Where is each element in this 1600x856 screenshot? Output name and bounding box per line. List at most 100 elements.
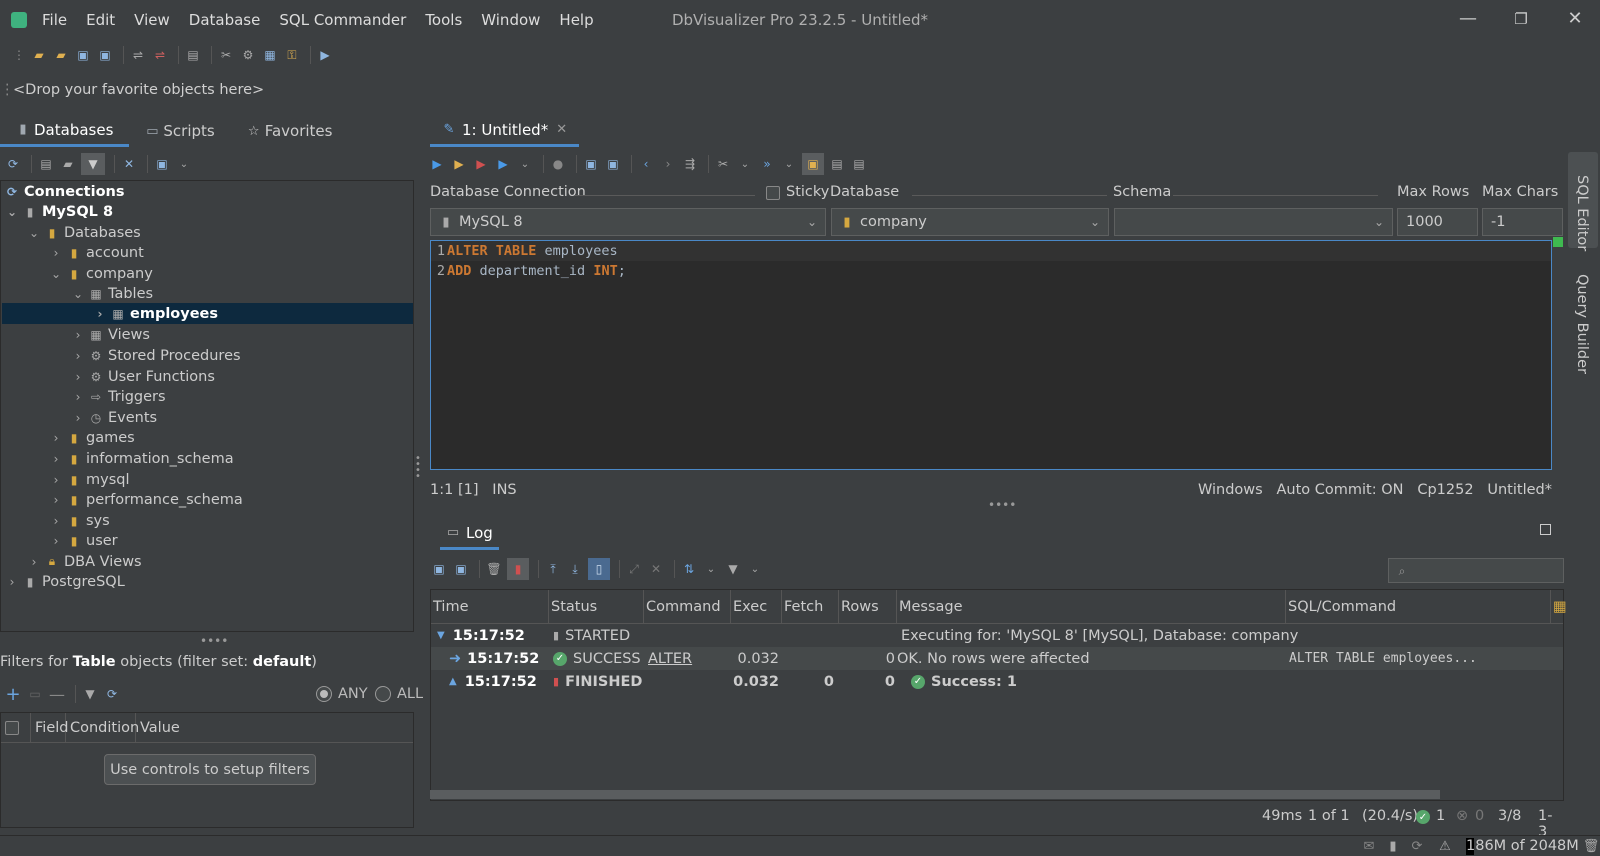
menu-window[interactable]: Window xyxy=(481,11,540,29)
chevron-right-icon[interactable]: › xyxy=(71,390,85,404)
scroll-top-icon[interactable]: ⤒ xyxy=(544,560,562,578)
menu-view[interactable]: View xyxy=(134,11,170,29)
back-icon[interactable]: ‹ xyxy=(637,155,655,173)
chevron-down-icon[interactable]: ⌄ xyxy=(746,560,764,578)
chevron-down-icon[interactable]: ⌄ xyxy=(516,155,534,173)
scroll-bottom-icon[interactable]: ⤓ xyxy=(566,560,584,578)
side-tab-sql-editor[interactable]: SQL Editor xyxy=(1574,175,1590,251)
format-icon[interactable]: » xyxy=(758,155,776,173)
chevron-down-icon[interactable]: ⌄ xyxy=(702,560,720,578)
transaction-icon[interactable]: ▤ xyxy=(828,155,846,173)
menu-sql-commander[interactable]: SQL Commander xyxy=(279,11,406,29)
tree-node-dba-views[interactable]: › 🔒︎ DBA Views xyxy=(27,551,142,572)
key-icon[interactable]: ⚿ xyxy=(283,46,301,64)
chevron-right-icon[interactable]: › xyxy=(71,370,85,384)
execute-explain-icon[interactable]: ▶ xyxy=(494,155,512,173)
code-line[interactable]: 2 ADD department_id INT ; xyxy=(431,261,1551,281)
tab-untitled[interactable]: ✎ 1: Untitled* ✕ xyxy=(430,115,580,147)
tree-node-mysql-db[interactable]: › ▮ mysql xyxy=(49,469,130,490)
sticky-checkbox[interactable] xyxy=(766,186,780,200)
tree-node-performance-schema[interactable]: › ▮ performance_schema xyxy=(49,489,243,510)
remove-icon[interactable]: — xyxy=(48,685,66,704)
chevron-right-icon[interactable]: › xyxy=(49,493,63,507)
forward-icon[interactable]: › xyxy=(659,155,677,173)
col-exec[interactable]: Exec xyxy=(731,590,782,624)
tree-node-events[interactable]: › ◷ Events xyxy=(71,407,158,428)
col-message[interactable]: Message xyxy=(897,590,1286,624)
filter-icon[interactable]: ▼ xyxy=(724,560,742,578)
column-picker-icon[interactable]: ▦ xyxy=(1551,590,1567,624)
chevron-down-icon[interactable]: ⌄ xyxy=(5,205,19,219)
tab-favorites[interactable]: ☆ Favorites xyxy=(231,115,349,147)
chevron-right-icon[interactable]: › xyxy=(71,349,85,363)
chevron-right-icon[interactable]: › xyxy=(49,452,63,466)
close-tab-icon[interactable]: ✕ xyxy=(556,122,567,137)
chevron-down-icon[interactable]: ⌄ xyxy=(780,155,798,173)
database-select[interactable]: ▮ company ⌄ xyxy=(831,208,1109,236)
chevron-down-icon[interactable]: ⌄ xyxy=(175,155,193,173)
log-row-success[interactable]: ➜ 15:17:52 ✓ SUCCESS ALTER 0.032 0 OK. N… xyxy=(431,647,1563,670)
vertical-splitter-icon[interactable]: • • • • xyxy=(415,454,421,482)
chevron-right-icon[interactable]: › xyxy=(49,431,63,445)
server-status-icon[interactable]: ▮ xyxy=(1384,837,1402,855)
col-fetch[interactable]: Fetch xyxy=(782,590,839,624)
sql-commander-icon[interactable]: ▶ xyxy=(316,46,334,64)
select-all-checkbox[interactable] xyxy=(5,720,19,735)
radio-all[interactable] xyxy=(375,686,391,702)
stop-icon[interactable]: ● xyxy=(549,155,567,173)
execute-current-icon[interactable]: ▶ xyxy=(450,155,468,173)
sql-editor[interactable]: 1 ALTER TABLE employees 2 ADD department… xyxy=(430,237,1563,470)
tree-node-user-functions[interactable]: › ⚙ User Functions xyxy=(71,366,215,387)
chevron-right-icon[interactable]: › xyxy=(49,246,63,260)
tree-node-views[interactable]: › ▦ Views xyxy=(71,324,150,345)
auto-commit-icon[interactable]: ▣ xyxy=(802,153,824,175)
menu-tools[interactable]: Tools xyxy=(425,11,462,29)
chevron-right-icon[interactable]: › xyxy=(49,514,63,528)
col-time[interactable]: Time xyxy=(431,590,549,624)
clear-icon[interactable]: ▮ xyxy=(507,558,529,580)
chevron-right-icon[interactable]: › xyxy=(93,307,107,321)
history-icon[interactable]: ▤ xyxy=(850,155,868,173)
sync-icon[interactable]: ⟳ xyxy=(1408,837,1426,855)
setup-filters-button[interactable]: Use controls to setup filters xyxy=(104,754,316,785)
collapse-icon[interactable]: ✕ xyxy=(120,155,138,173)
tree-node-user[interactable]: › ▮ user xyxy=(49,530,118,551)
chevron-right-icon[interactable]: › xyxy=(49,473,63,487)
chevron-down-icon[interactable]: ⌄ xyxy=(27,226,41,240)
col-sql-command[interactable]: SQL/Command xyxy=(1286,590,1551,624)
max-chars-input[interactable]: -1 xyxy=(1482,208,1563,236)
tree-node-connections[interactable]: ⟳ Connections xyxy=(3,181,125,202)
menu-database[interactable]: Database xyxy=(189,11,261,29)
radio-any[interactable] xyxy=(316,686,332,702)
chevron-right-icon[interactable]: › xyxy=(71,411,85,425)
col-field[interactable]: Field xyxy=(31,712,68,743)
maximize-icon[interactable] xyxy=(1540,524,1551,535)
disconnect-icon[interactable]: ⇌ xyxy=(151,46,169,64)
code-line[interactable]: 1 ALTER TABLE employees xyxy=(431,241,1551,261)
chevron-right-icon[interactable]: › xyxy=(71,328,85,342)
add-icon[interactable]: + xyxy=(4,684,22,705)
chevron-down-icon[interactable]: ⌄ xyxy=(736,155,754,173)
chevron-right-icon[interactable]: › xyxy=(5,575,19,589)
splitter-handle-icon[interactable]: •••• xyxy=(988,498,1016,512)
auto-scroll-icon[interactable]: ▯ xyxy=(588,558,610,580)
restore-button[interactable]: ❐ xyxy=(1506,10,1536,28)
save-icon[interactable]: ▣ xyxy=(430,560,448,578)
log-search-input[interactable]: ⌕ xyxy=(1388,558,1564,583)
save-icon[interactable]: ▣ xyxy=(582,155,600,173)
grid-icon[interactable]: ▦ xyxy=(261,46,279,64)
explain-plan-icon[interactable]: ⇶ xyxy=(681,155,699,173)
execute-buffer-icon[interactable]: ▶ xyxy=(472,155,490,173)
tree-node-sys[interactable]: › ▮ sys xyxy=(49,510,110,531)
expand-arrow-icon[interactable]: ▲ xyxy=(449,676,457,687)
save-icon[interactable]: ▣ xyxy=(74,46,92,64)
refresh-icon[interactable]: ⟳ xyxy=(103,685,121,703)
tree-node-stored-procedures[interactable]: › ⚙ Stored Procedures xyxy=(71,345,241,366)
col-status[interactable]: Status xyxy=(549,590,644,624)
tree-node-company[interactable]: ⌄ ▮ company xyxy=(49,263,153,284)
chevron-down-icon[interactable]: ⌄ xyxy=(49,267,63,281)
tree-node-triggers[interactable]: › ⇨ Triggers xyxy=(71,386,166,407)
copy-icon[interactable]: ▣ xyxy=(452,560,470,578)
minimize-button[interactable]: — xyxy=(1453,8,1483,29)
tree-node-tables[interactable]: ⌄ ▦ Tables xyxy=(71,283,153,304)
